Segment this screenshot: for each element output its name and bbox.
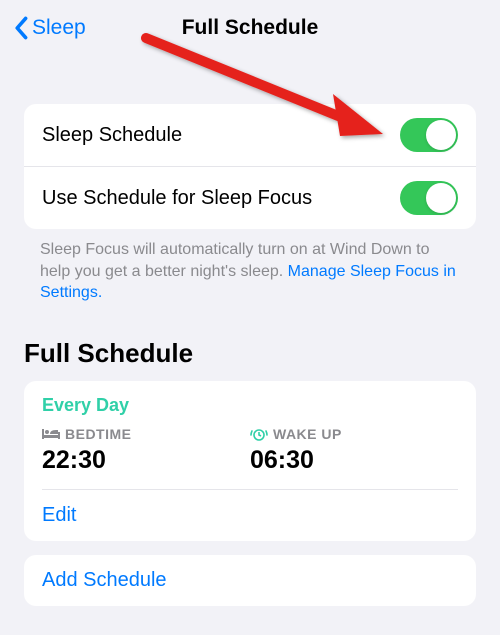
wakeup-value: 06:30	[250, 446, 458, 475]
sleep-schedule-label: Sleep Schedule	[42, 124, 182, 147]
schedule-days: Every Day	[42, 395, 458, 416]
alarm-icon	[250, 427, 268, 441]
back-button[interactable]: Sleep	[14, 16, 86, 40]
footnote: Sleep Focus will automatically turn on a…	[24, 239, 476, 304]
bedtime-col: BEDTIME 22:30	[42, 426, 250, 475]
back-label: Sleep	[32, 16, 86, 40]
schedule-block[interactable]: Every Day BEDTIME 22:30	[24, 381, 476, 489]
settings-card: Sleep Schedule Use Schedule for Sleep Fo…	[24, 104, 476, 229]
chevron-left-icon	[14, 16, 30, 40]
wakeup-col: WAKE UP 06:30	[250, 426, 458, 475]
use-schedule-focus-toggle[interactable]	[400, 181, 458, 215]
bedtime-label-row: BEDTIME	[42, 426, 250, 442]
navigation-header: Sleep Full Schedule	[0, 0, 500, 56]
use-schedule-focus-row: Use Schedule for Sleep Focus	[24, 166, 476, 229]
wakeup-label-row: WAKE UP	[250, 426, 458, 442]
toggle-knob	[426, 120, 456, 150]
page-title: Full Schedule	[182, 16, 319, 40]
wakeup-label: WAKE UP	[273, 426, 342, 442]
bedtime-value: 22:30	[42, 446, 250, 475]
use-schedule-focus-label: Use Schedule for Sleep Focus	[42, 187, 312, 210]
bed-icon	[42, 428, 60, 440]
sleep-schedule-row: Sleep Schedule	[24, 104, 476, 166]
bedtime-label: BEDTIME	[65, 426, 132, 442]
toggle-knob	[426, 183, 456, 213]
section-header: Full Schedule	[24, 338, 476, 369]
schedule-card: Every Day BEDTIME 22:30	[24, 381, 476, 541]
sleep-schedule-toggle[interactable]	[400, 118, 458, 152]
edit-schedule-button[interactable]: Edit	[24, 490, 476, 541]
add-schedule-button[interactable]: Add Schedule	[24, 555, 476, 606]
